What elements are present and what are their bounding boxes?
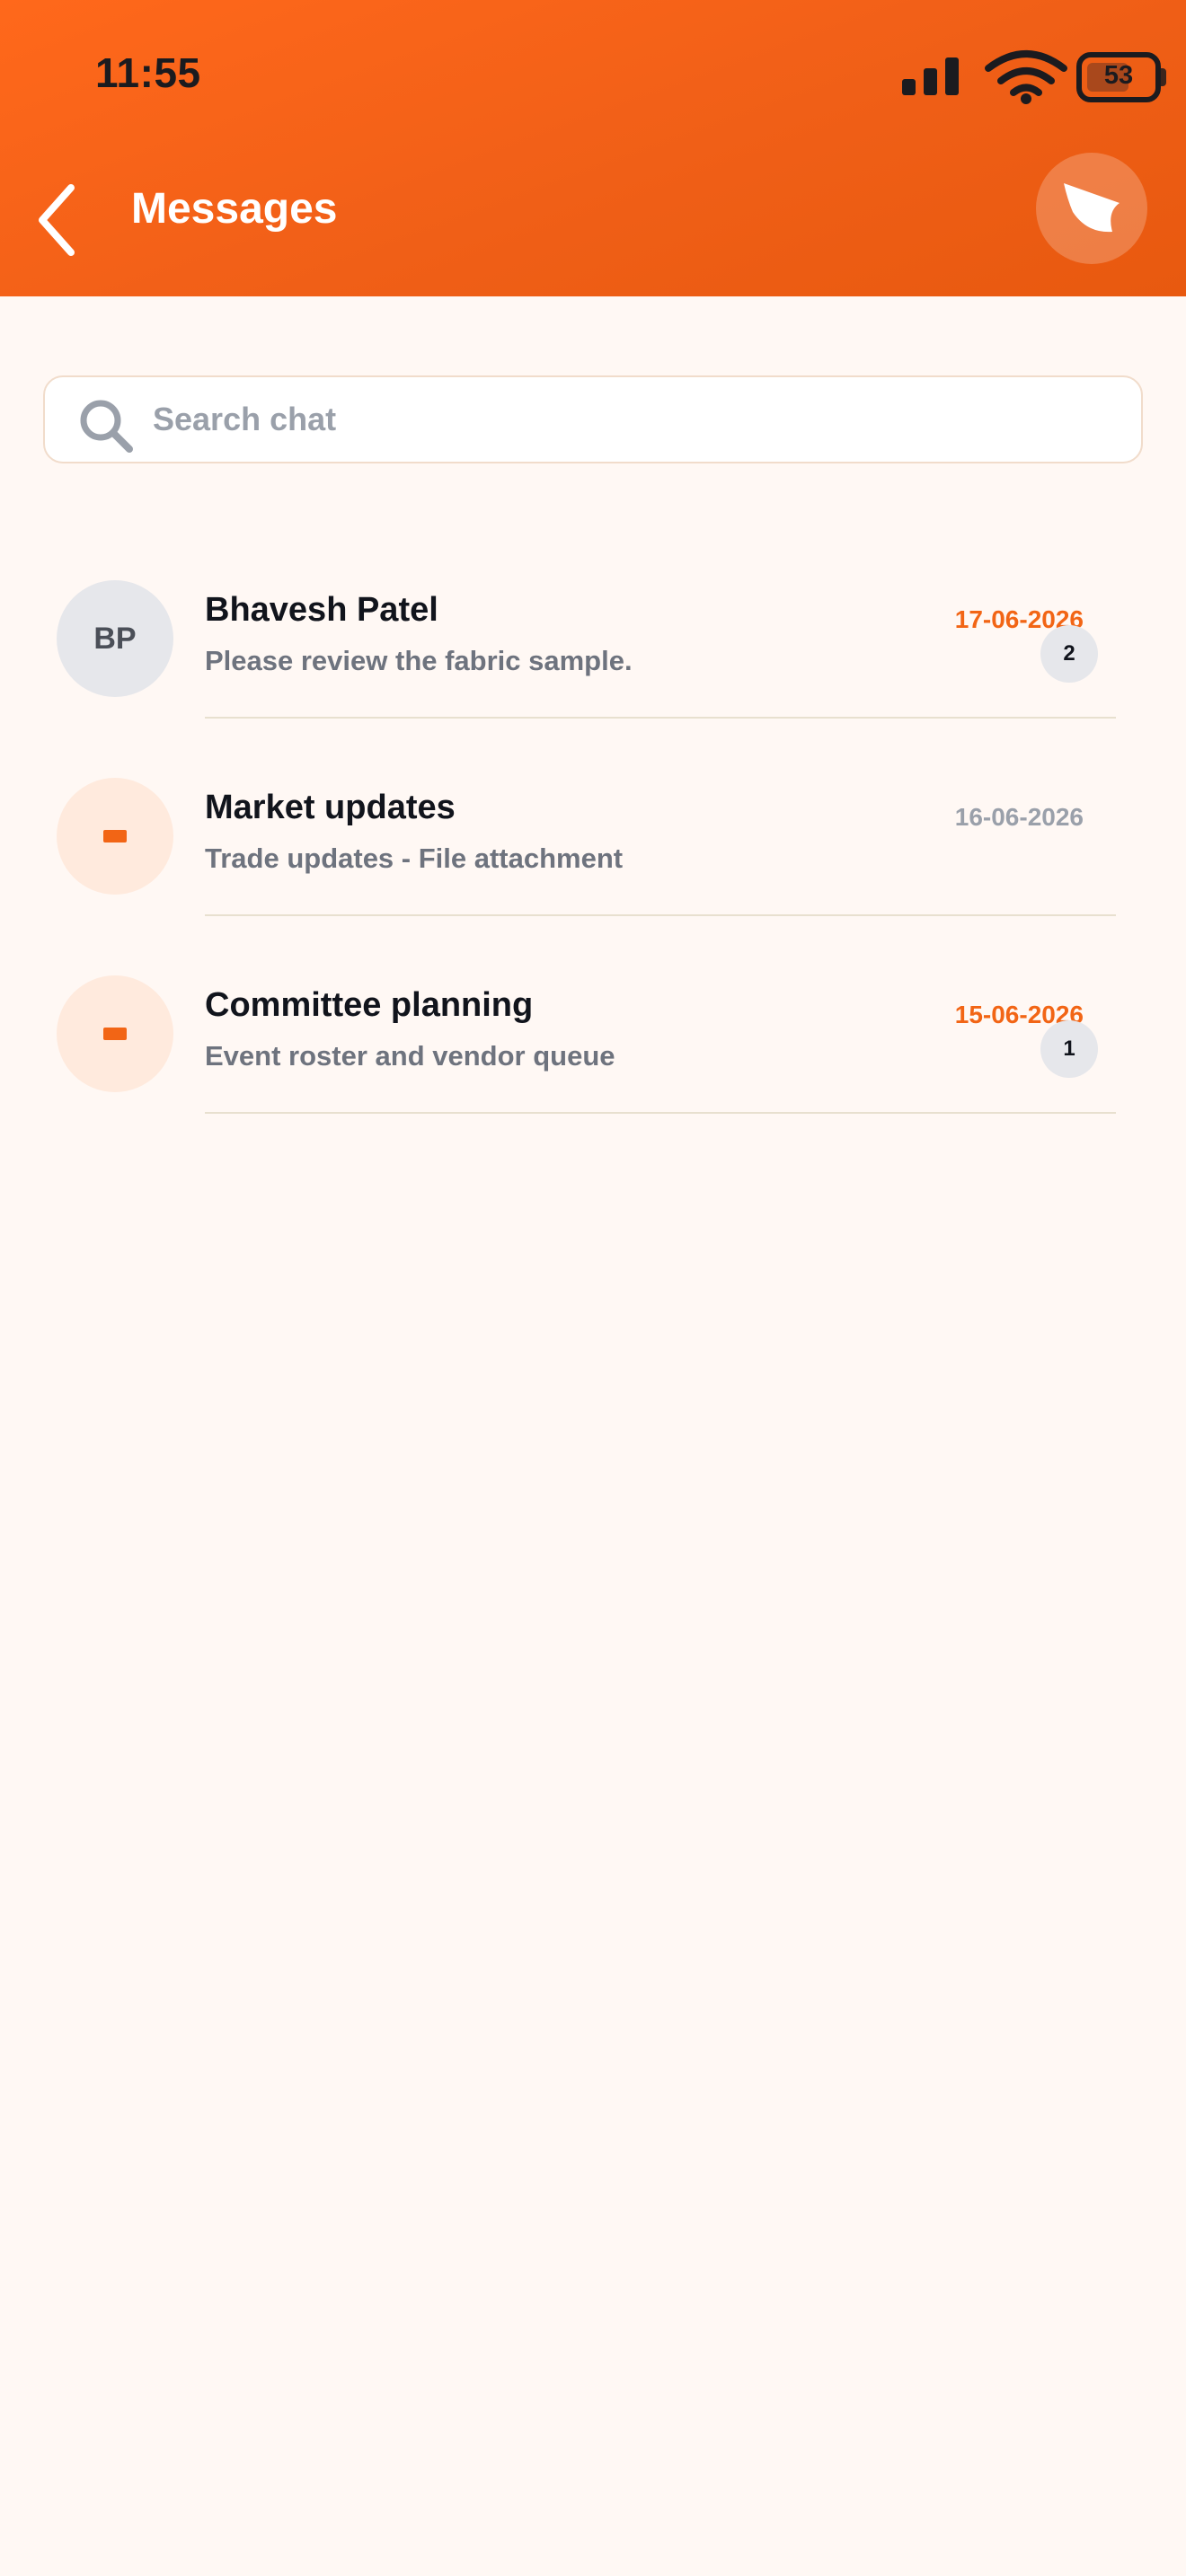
avatar-initials: BP [93,621,137,656]
app-header: 11:55 53 Messages [0,0,1186,296]
chevron-left-icon [39,184,75,256]
group-avatar [57,975,173,1092]
chat-preview: Trade updates - File attachment [205,842,624,874]
battery-cap [1159,68,1166,86]
chat-name: Committee planning [205,986,534,1024]
unread-badge: 1 [1040,1020,1098,1078]
chat-item[interactable]: Market updates Trade updates - File atta… [0,778,1186,975]
divider [205,1112,1116,1114]
battery-percent: 53 [1103,61,1134,90]
search-icon [80,400,133,453]
chat-name: Bhavesh Patel [205,591,438,629]
chat-item[interactable]: Committee planning Event roster and vend… [0,975,1186,1173]
chat-preview: Event roster and vendor queue [205,1040,615,1072]
group-icon [103,830,127,842]
divider [205,717,1116,719]
search-input[interactable] [153,377,1123,462]
divider [205,914,1116,916]
cellular-signal-icon [902,57,959,95]
wifi-icon [985,50,1067,104]
battery-indicator: 53 [1076,52,1161,102]
avatar: BP [57,580,173,697]
chat-item[interactable]: BP Bhavesh Patel Please review the fabri… [0,580,1186,778]
chat-name: Market updates [205,789,456,826]
search-bar[interactable] [43,375,1143,463]
unread-badge: 2 [1040,625,1098,683]
new-chat-button[interactable] [1036,153,1147,264]
messages-screen: 11:55 53 Messages Search chat BP Bhavesh… [0,0,1186,2576]
status-time: 11:55 [95,49,201,96]
chat-date: 16-06-2026 [954,803,1084,831]
back-button[interactable] [29,180,83,260]
compose-icon [1064,183,1120,233]
group-icon [103,1028,127,1040]
page-title: Messages [131,185,338,233]
chat-preview: Please review the fabric sample. [205,645,633,676]
group-avatar [57,778,173,895]
